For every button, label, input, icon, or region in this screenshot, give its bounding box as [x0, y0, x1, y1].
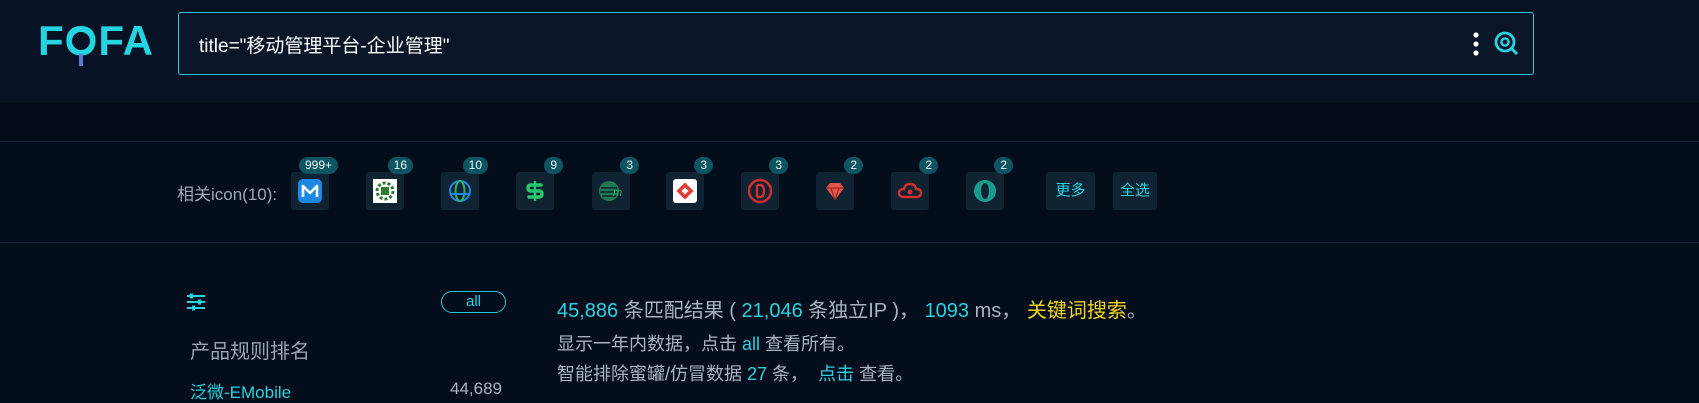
rank-item-name[interactable]: 泛微-EMobile — [190, 378, 291, 403]
icon-count-badge: 10 — [462, 157, 488, 174]
honeypot-note: 智能排除蜜罐/仿冒数据 27 条， 点击 查看。 — [557, 360, 1257, 384]
honeypot-mid: 条， — [767, 364, 809, 384]
icon-count-badge: 3 — [620, 157, 639, 174]
total-results-suffix: 条匹配结果 ( — [618, 300, 742, 322]
teal-o-circle-logo-icon — [974, 180, 996, 202]
green-sphere-logo-icon: m — [599, 181, 622, 201]
red-square-logo-icon — [673, 179, 697, 203]
query-time-suffix: ms， — [969, 300, 1027, 322]
icon-count-badge: 2 — [844, 157, 863, 174]
honeypot-prefix: 智能排除蜜罐/仿冒数据 — [557, 364, 748, 384]
total-results-count: 45,886 — [557, 300, 619, 322]
select-all-icons-button[interactable]: 全选 — [1113, 172, 1157, 210]
icon-filter-8[interactable]: 2 — [816, 157, 863, 210]
icon-count-badge: 2 — [994, 157, 1013, 174]
line-end-mark: 。 — [1126, 300, 1147, 322]
icon-count-badge: 3 — [694, 157, 713, 174]
filter-sliders-icon[interactable] — [186, 292, 206, 312]
blue-globe-logo-icon — [449, 180, 471, 202]
all-filter-button[interactable]: all — [441, 291, 506, 313]
view-excluded-link[interactable]: 点击 — [818, 364, 854, 384]
search-box — [178, 12, 1534, 76]
icon-filter-7[interactable]: 3 — [741, 157, 788, 210]
results-summary: 45,886 条匹配结果 ( 21,046 条独立IP )， 1093 ms， … — [557, 294, 1257, 384]
svg-text:m: m — [613, 187, 622, 199]
red-d-circle-logo-icon — [747, 178, 773, 204]
icon-count-badge: 999+ — [298, 157, 338, 174]
icon-count-badge: 2 — [919, 157, 938, 174]
icon-count-badge: 3 — [769, 157, 788, 174]
unique-ip-suffix: 条独立IP )， — [802, 300, 925, 322]
icon-filter-6[interactable]: 3 — [666, 157, 713, 210]
related-icons-row: 相关icon(10): 999+ 16 10 9 m 3 3 3 2 2 2 更… — [0, 142, 1699, 243]
rank-item-count: 44,689 — [450, 379, 502, 398]
icon-filter-4[interactable]: 9 — [516, 157, 563, 210]
show-all-link[interactable]: all — [742, 334, 760, 354]
more-icons-button[interactable]: 更多 — [1046, 172, 1095, 210]
related-icons-label: 相关icon(10): — [177, 185, 278, 204]
honeypot-count: 27 — [747, 364, 768, 384]
icon-count-badge: 16 — [387, 157, 413, 174]
icon-filter-10[interactable]: 2 — [966, 157, 1013, 210]
search-input[interactable] — [197, 13, 1401, 76]
date-range-note: 显示一年内数据，点击 all 查看所有。 — [557, 330, 1257, 354]
unique-ip-count: 21,046 — [741, 300, 803, 322]
green-dollar-logo-icon — [526, 181, 544, 201]
icon-count-badge: 9 — [544, 157, 563, 174]
red-gem-logo-icon — [826, 183, 844, 201]
icon-filter-5[interactable]: m 3 — [592, 157, 639, 210]
mobile-m-logo-icon — [298, 179, 322, 203]
results-count-line: 45,886 条匹配结果 ( 21,046 条独立IP )， 1093 ms， … — [557, 294, 1257, 322]
date-range-prefix: 显示一年内数据，点击 — [557, 334, 742, 354]
icon-filter-2[interactable]: 16 — [366, 157, 413, 210]
rank-title: 产品规则排名 — [190, 341, 310, 363]
fofa-logo[interactable]: FOFA — [38, 14, 160, 74]
svg-text:FOFA: FOFA — [38, 17, 154, 64]
search-icon[interactable] — [1493, 30, 1519, 56]
sidebar-panel: all 产品规则排名 泛微-EMobile 44,689 — [186, 286, 508, 403]
query-time: 1093 — [924, 300, 970, 322]
honeypot-suffix: 查看。 — [854, 364, 914, 384]
keyword-search-link[interactable]: 关键词搜索 — [1027, 300, 1127, 322]
icon-filter-3[interactable]: 10 — [441, 157, 488, 210]
date-range-suffix: 查看所有。 — [760, 334, 856, 354]
red-cloud-logo-icon — [897, 182, 923, 199]
icon-filter-1[interactable]: 999+ — [291, 157, 338, 210]
green-seal-logo-icon — [373, 179, 397, 203]
header-divider-band — [0, 103, 1699, 142]
more-options-icon[interactable] — [1471, 32, 1481, 56]
header-bar: FOFA — [0, 0, 1699, 103]
icon-filter-9[interactable]: 2 — [891, 157, 938, 210]
